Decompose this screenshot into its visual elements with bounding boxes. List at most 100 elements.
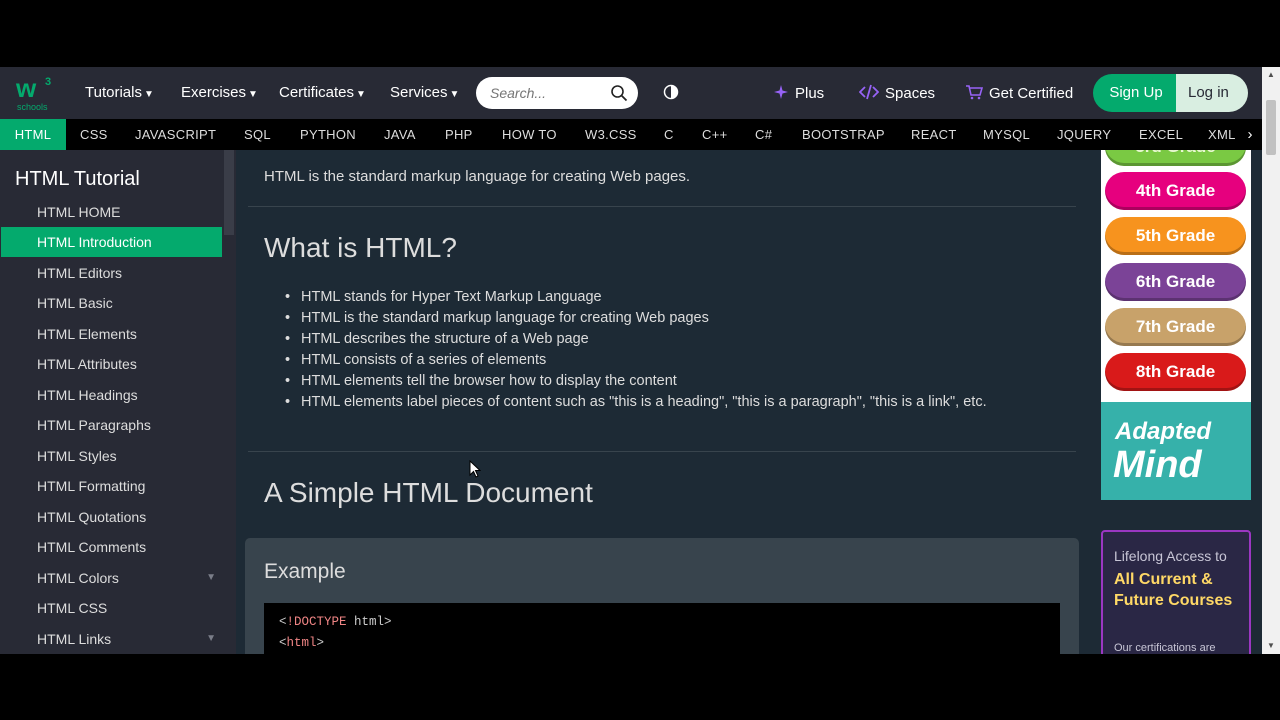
w3schools-logo[interactable]: w 3 schools (14, 73, 58, 113)
sidebar-item-html-basic[interactable]: HTML Basic (1, 288, 222, 318)
plus-link[interactable]: Plus (773, 84, 824, 102)
topic-cpp[interactable]: C++ (702, 119, 727, 150)
svg-text:w: w (15, 73, 37, 103)
sidebar-item-html-headings[interactable]: HTML Headings (1, 380, 222, 410)
topic-excel[interactable]: EXCEL (1139, 119, 1183, 150)
code-block[interactable]: <!DOCTYPE html> <html> (264, 603, 1060, 654)
promo-line: Our certifications are (1114, 642, 1216, 654)
caret-down-icon: ▼ (248, 89, 258, 100)
topic-c[interactable]: C (664, 119, 674, 150)
sidebar-item-html-links[interactable]: HTML Links ▼ (1, 624, 222, 654)
topic-javascript[interactable]: JAVASCRIPT (135, 119, 216, 150)
sidebar-item-label: HTML Colors (37, 570, 119, 586)
intro-paragraph: HTML is the standard markup language for… (264, 168, 691, 185)
exercises-menu[interactable]: Exercises ▼ (181, 84, 258, 101)
sidebar-item-html-styles[interactable]: HTML Styles (1, 441, 222, 471)
sidebar-item-html-editors[interactable]: HTML Editors (1, 258, 222, 288)
sidebar-title: HTML Tutorial (15, 168, 140, 190)
topic-mysql[interactable]: MYSQL (983, 119, 1030, 150)
exercises-label: Exercises (181, 84, 247, 101)
grade-5-button[interactable]: 5th Grade (1105, 217, 1246, 255)
scroll-down-icon[interactable]: ▼ (1262, 638, 1280, 654)
html-facts-list: HTML stands for Hyper Text Markup Langua… (285, 287, 1061, 413)
list-item: HTML consists of a series of elements (285, 350, 1061, 371)
search-icon[interactable] (610, 84, 628, 102)
sidebar-item-html-elements[interactable]: HTML Elements (1, 319, 222, 349)
scrollbar-thumb[interactable] (1266, 100, 1276, 155)
list-item: HTML describes the structure of a Web pa… (285, 329, 1061, 350)
cart-icon (966, 85, 983, 100)
grade-ad-banner[interactable]: 3rd Grade 4th Grade 5th Grade 6th Grade … (1101, 150, 1251, 500)
grade-3-button[interactable]: 3rd Grade (1105, 150, 1246, 166)
list-item: HTML is the standard markup language for… (285, 308, 1061, 329)
sidebar-scrollbar[interactable] (224, 150, 234, 235)
mouse-pointer-icon (469, 460, 481, 478)
list-item: HTML elements tell the browser how to di… (285, 371, 1061, 392)
certificates-menu[interactable]: Certificates ▼ (279, 84, 366, 101)
spaces-link[interactable]: Spaces (859, 84, 935, 102)
sign-up-button[interactable]: Sign Up (1093, 74, 1179, 112)
code-icon (859, 84, 879, 100)
sidebar-item-html-comments[interactable]: HTML Comments (1, 532, 222, 562)
sidebar-item-html-paragraphs[interactable]: HTML Paragraphs (1, 410, 222, 440)
expand-down-icon[interactable]: ▼ (206, 624, 216, 654)
expand-down-icon[interactable]: ▼ (206, 563, 216, 593)
topic-bootstrap[interactable]: BOOTSTRAP (802, 119, 885, 150)
topic-html[interactable]: HTML (0, 119, 66, 150)
heading-what-is-html: What is HTML? (264, 232, 457, 263)
tutorial-sidebar: HTML Tutorial HTML HOME HTML Introductio… (0, 150, 236, 654)
topic-css[interactable]: CSS (80, 119, 108, 150)
scroll-right-arrow-icon[interactable]: › (1238, 119, 1262, 150)
list-item: HTML stands for Hyper Text Markup Langua… (285, 287, 1061, 308)
get-certified-label: Get Certified (989, 85, 1074, 102)
sidebar-item-html-css[interactable]: HTML CSS (1, 593, 222, 623)
adaptedmind-logo[interactable]: Adapted Mind (1101, 402, 1251, 500)
code-line: <!DOCTYPE html> (279, 615, 392, 629)
services-label: Services (390, 84, 448, 101)
sidebar-item-html-quotations[interactable]: HTML Quotations (1, 502, 222, 532)
divider (248, 451, 1076, 452)
topic-navigation: HTML CSS JAVASCRIPT SQL PYTHON JAVA PHP … (0, 119, 1262, 150)
dark-mode-toggle-icon[interactable] (663, 84, 679, 100)
scroll-up-icon[interactable]: ▲ (1262, 67, 1280, 83)
services-menu[interactable]: Services ▼ (390, 84, 459, 101)
sidebar-item-html-attributes[interactable]: HTML Attributes (1, 349, 222, 379)
topic-w3css[interactable]: W3.CSS (585, 119, 637, 150)
search-input[interactable] (490, 84, 610, 102)
grade-4-button[interactable]: 4th Grade (1105, 172, 1246, 210)
sidebar-item-html-introduction[interactable]: HTML Introduction (1, 227, 222, 257)
sidebar-item-html-colors[interactable]: HTML Colors ▼ (1, 563, 222, 593)
sidebar-item-label: HTML Links (37, 631, 112, 647)
topic-python[interactable]: PYTHON (300, 119, 356, 150)
grade-6-button[interactable]: 6th Grade (1105, 263, 1246, 301)
get-certified-link[interactable]: Get Certified (965, 84, 1073, 102)
topic-csharp[interactable]: C# (755, 119, 772, 150)
topic-sql[interactable]: SQL (244, 119, 271, 150)
topic-php[interactable]: PHP (445, 119, 473, 150)
caret-down-icon: ▼ (356, 89, 366, 100)
topic-how-to[interactable]: HOW TO (502, 119, 557, 150)
svg-text:3: 3 (45, 76, 51, 88)
code-line: <html> (279, 636, 325, 650)
list-item: HTML elements label pieces of content su… (285, 392, 1061, 413)
topic-react[interactable]: REACT (911, 119, 957, 150)
certificates-label: Certificates (279, 84, 355, 101)
logo-text: Adapted (1115, 418, 1211, 445)
grade-7-button[interactable]: 7th Grade (1105, 308, 1246, 346)
tutorials-label: Tutorials (85, 84, 142, 101)
sidebar-item-html-home[interactable]: HTML HOME (1, 197, 222, 227)
topic-jquery[interactable]: JQUERY (1057, 119, 1111, 150)
svg-text:schools: schools (17, 102, 48, 112)
log-in-button[interactable]: Log in (1176, 74, 1248, 112)
topic-java[interactable]: JAVA (384, 119, 416, 150)
logo-text: Mind (1113, 444, 1202, 486)
example-title: Example (264, 560, 346, 583)
promo-line: Lifelong Access to (1114, 548, 1227, 564)
topic-xml[interactable]: XML (1208, 119, 1238, 150)
main-content: HTML is the standard markup language for… (236, 150, 1088, 654)
sidebar-item-html-formatting[interactable]: HTML Formatting (1, 471, 222, 501)
tutorials-menu[interactable]: Tutorials ▼ (85, 84, 154, 101)
page-scrollbar[interactable]: ▲ ▼ (1262, 67, 1280, 654)
certification-promo[interactable]: Lifelong Access to All Current & Future … (1101, 530, 1251, 654)
grade-8-button[interactable]: 8th Grade (1105, 353, 1246, 391)
